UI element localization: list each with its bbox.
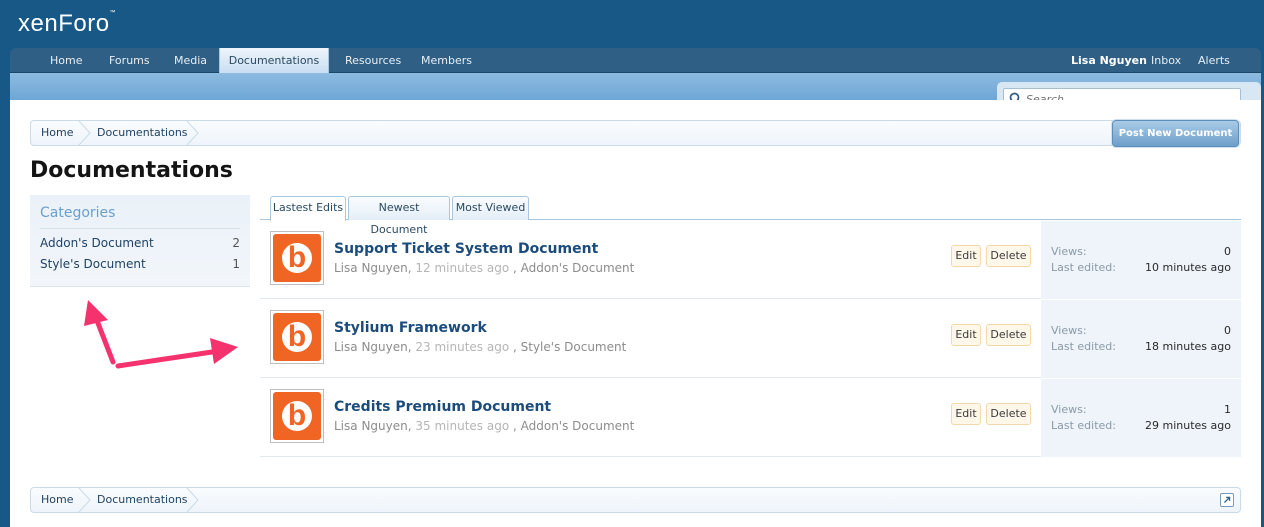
category-addons-document[interactable]: Addon's Document: [40, 236, 154, 250]
last-edited-value: 10 minutes ago: [1145, 261, 1231, 274]
last-edited-value: 29 minutes ago: [1145, 419, 1231, 432]
last-edited-label: Last edited:: [1051, 419, 1116, 432]
document-row: b Support Ticket System Document Lisa Ng…: [260, 221, 1241, 299]
breadcrumb-home[interactable]: Home: [41, 488, 73, 512]
document-category[interactable]: , Style's Document: [513, 340, 626, 354]
document-tabs: Lastest Edits Newest Document Most Viewe…: [260, 196, 1241, 236]
last-edited-label: Last edited:: [1051, 340, 1116, 353]
breadcrumb-bottom: Home Documentations: [30, 487, 1241, 513]
categories-heading: Categories: [40, 205, 116, 221]
document-stats: Views: 0 Last edited: 18 minutes ago: [1041, 300, 1241, 378]
tab-newest-document[interactable]: Newest Document: [348, 196, 450, 236]
nav-user-menu[interactable]: Lisa Nguyen: [1071, 48, 1147, 73]
delete-button[interactable]: Delete: [986, 324, 1031, 346]
nav-tab-resources[interactable]: Resources: [345, 48, 401, 73]
document-time: 23 minutes ago: [415, 340, 510, 354]
breadcrumb-documentations[interactable]: Documentations: [97, 488, 188, 512]
nav-inbox[interactable]: Inbox: [1151, 48, 1181, 73]
tab-latest-edits[interactable]: Lastest Edits: [270, 196, 346, 221]
document-logo-icon: b: [273, 392, 321, 440]
delete-button[interactable]: Delete: [986, 245, 1031, 267]
breadcrumb-chevron-icon: [186, 488, 199, 512]
logo-glyph: b: [287, 241, 307, 274]
category-count: 2: [232, 236, 240, 250]
document-title[interactable]: Credits Premium Document: [334, 399, 551, 415]
edit-button[interactable]: Edit: [951, 403, 981, 425]
document-meta: Lisa Nguyen, 35 minutes ago , Addon's Do…: [334, 419, 634, 433]
document-thumbnail[interactable]: b: [270, 310, 324, 364]
delete-button[interactable]: Delete: [986, 403, 1031, 425]
breadcrumb-top: Home Documentations: [30, 120, 1241, 146]
document-logo-icon: b: [273, 234, 321, 282]
xenforo-logo[interactable]: xenForo™: [18, 10, 116, 38]
breadcrumb-home[interactable]: Home: [41, 121, 73, 145]
document-meta: Lisa Nguyen, 23 minutes ago , Style's Do…: [334, 340, 626, 354]
views-count: 1: [1224, 403, 1231, 416]
logo-glyph: b: [287, 320, 307, 353]
nav-tab-forums[interactable]: Forums: [109, 48, 150, 73]
document-meta: Lisa Nguyen, 12 minutes ago , Addon's Do…: [334, 261, 634, 275]
edit-button[interactable]: Edit: [951, 324, 981, 346]
views-label: Views:: [1051, 245, 1087, 258]
breadcrumb-documentations[interactable]: Documentations: [97, 121, 188, 145]
views-label: Views:: [1051, 324, 1087, 337]
category-styles-document[interactable]: Style's Document: [40, 257, 146, 271]
document-title[interactable]: Stylium Framework: [334, 320, 487, 336]
logo-trademark: ™: [109, 10, 117, 16]
nav-alerts[interactable]: Alerts: [1198, 48, 1230, 73]
tab-most-viewed[interactable]: Most Viewed: [452, 196, 529, 220]
nav-tabs-strip: Home Forums Media Documentations Resourc…: [10, 48, 1261, 76]
document-time: 35 minutes ago: [415, 419, 510, 433]
document-row: b Credits Premium Document Lisa Nguyen, …: [260, 379, 1241, 457]
document-row: b Stylium Framework Lisa Nguyen, 23 minu…: [260, 300, 1241, 378]
last-edited-label: Last edited:: [1051, 261, 1116, 274]
logo-text: xenForo: [18, 10, 110, 37]
nav-tab-home[interactable]: Home: [50, 48, 82, 73]
document-author[interactable]: Lisa Nguyen,: [334, 419, 412, 433]
document-title[interactable]: Support Ticket System Document: [334, 241, 598, 257]
edit-button[interactable]: Edit: [951, 245, 981, 267]
page-content: Home Documentations Post New Document Do…: [10, 100, 1261, 527]
document-author[interactable]: Lisa Nguyen,: [334, 340, 412, 354]
page-title: Documentations: [30, 158, 233, 183]
nav-tab-members[interactable]: Members: [421, 48, 472, 73]
breadcrumb-chevron-icon: [78, 488, 91, 512]
document-logo-icon: b: [273, 313, 321, 361]
document-thumbnail[interactable]: b: [270, 389, 324, 443]
category-count: 1: [232, 257, 240, 271]
document-stats: Views: 1 Last edited: 29 minutes ago: [1041, 379, 1241, 457]
last-edited-value: 18 minutes ago: [1145, 340, 1231, 353]
views-count: 0: [1224, 245, 1231, 258]
jump-to-icon[interactable]: [1220, 493, 1234, 507]
breadcrumb-chevron-icon: [78, 121, 91, 145]
nav-tab-documentations[interactable]: Documentations: [219, 48, 329, 76]
document-stats: Views: 0 Last edited: 10 minutes ago: [1041, 221, 1241, 299]
document-category[interactable]: , Addon's Document: [513, 261, 634, 275]
views-count: 0: [1224, 324, 1231, 337]
divider: [40, 228, 240, 229]
document-category[interactable]: , Addon's Document: [513, 419, 634, 433]
document-time: 12 minutes ago: [415, 261, 510, 275]
nav-tab-media[interactable]: Media: [174, 48, 207, 73]
post-new-document-button[interactable]: Post New Document: [1112, 120, 1239, 147]
document-author[interactable]: Lisa Nguyen,: [334, 261, 412, 275]
document-thumbnail[interactable]: b: [270, 231, 324, 285]
categories-sidebar: Categories Addon's Document 2 Style's Do…: [30, 195, 250, 287]
logo-glyph: b: [287, 399, 307, 432]
views-label: Views:: [1051, 403, 1087, 416]
breadcrumb-chevron-icon: [186, 121, 199, 145]
